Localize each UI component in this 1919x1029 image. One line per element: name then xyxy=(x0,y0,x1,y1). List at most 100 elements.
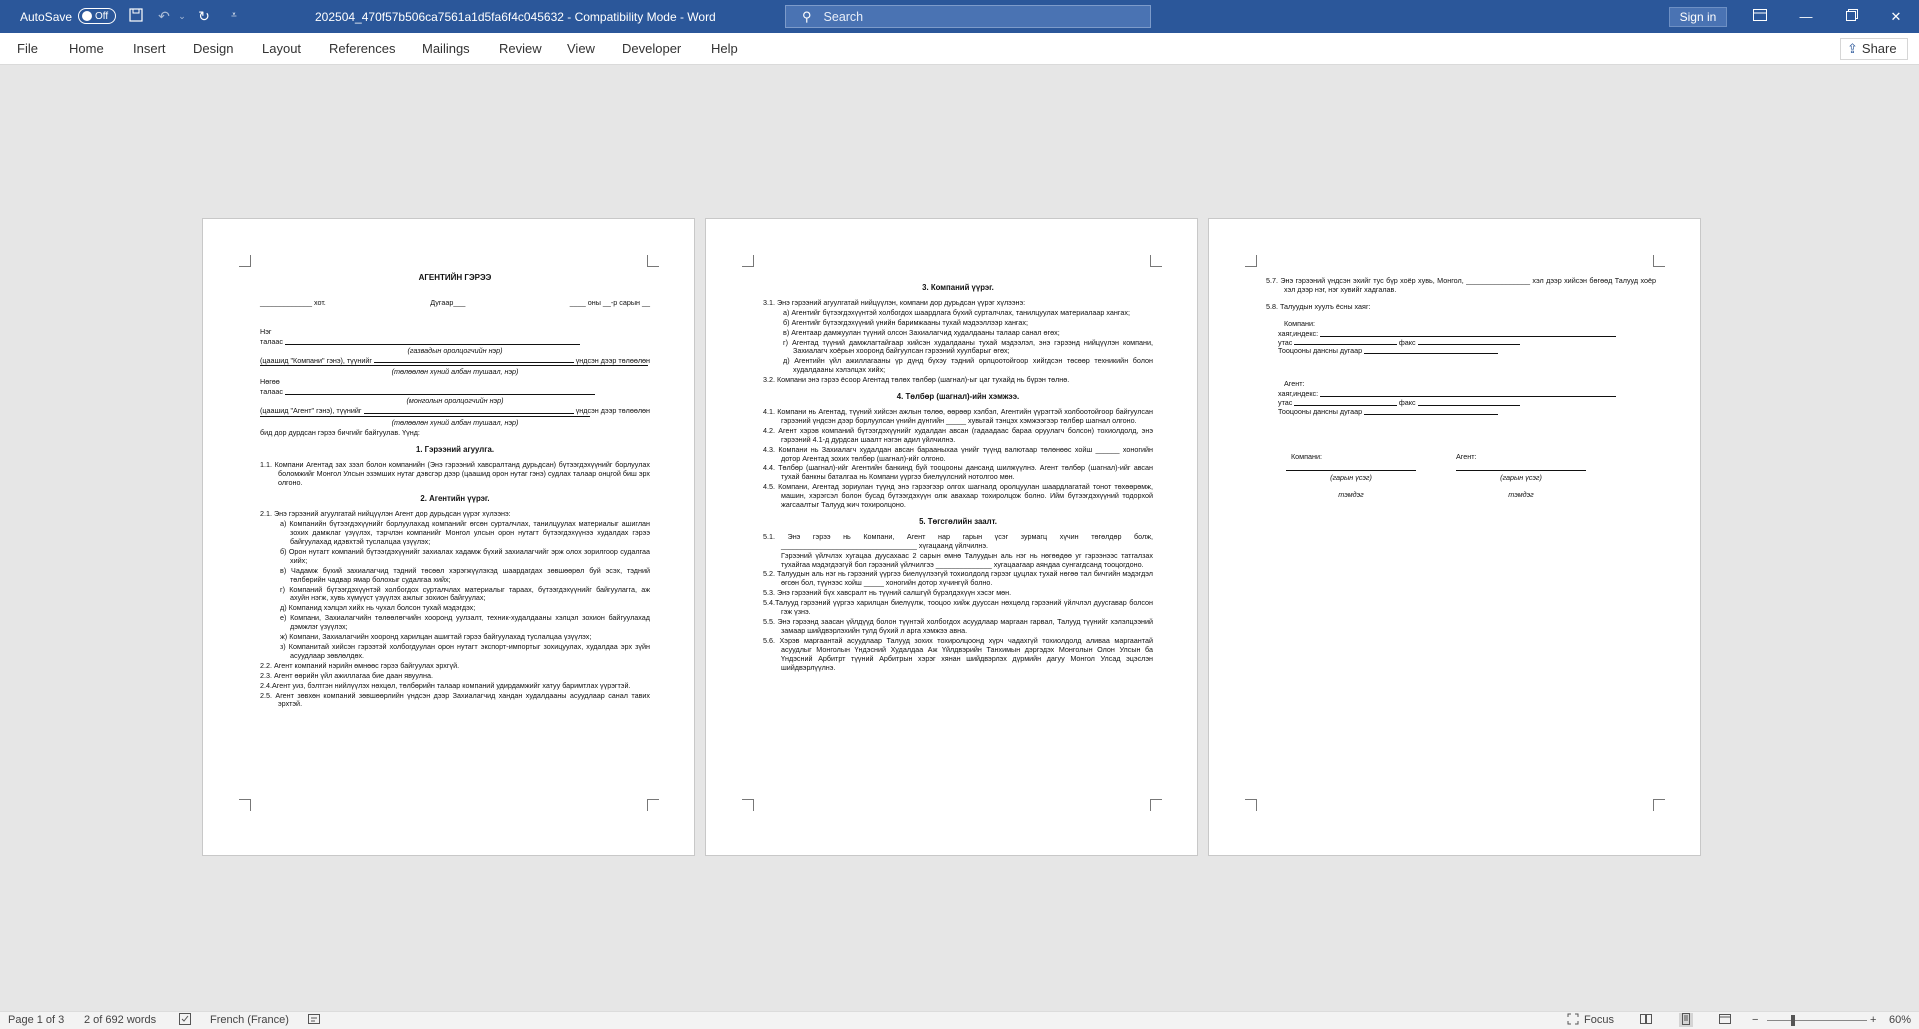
clause-5-1-b: Гэрээний үйлчлэх хугацаа дуусахаас 2 сар… xyxy=(781,550,1153,569)
clause-2-1-d: г) Компаний бүтээгдэхүүнтэй холбогдох су… xyxy=(280,584,650,603)
clause-2-5: 2.5. Агент зөвхөн компаний зөвшөөрлийн ү… xyxy=(260,690,650,709)
document-page-3[interactable]: 5.7. Энэ гэрээний үндсэн эхийг тус бүр х… xyxy=(1208,218,1701,856)
close-icon[interactable]: ✕ xyxy=(1873,0,1919,33)
crop-mark xyxy=(742,255,754,267)
crop-mark xyxy=(239,799,251,811)
crop-mark xyxy=(647,255,659,267)
tab-view[interactable]: View xyxy=(567,41,595,56)
crop-mark xyxy=(239,255,251,267)
crop-mark xyxy=(1245,255,1257,267)
clause-2-3: 2.3. Агент өөрийн үйл ажиллагаа бие даан… xyxy=(260,670,433,680)
clause-2-2: 2.2. Агент компаний нэрийн өмнөөс гэрээ … xyxy=(260,660,460,670)
customize-icon[interactable]: ⩡ xyxy=(226,8,242,24)
focus-label[interactable]: Focus xyxy=(1584,1014,1614,1026)
clause-3-1: 3.1. Энэ гэрээний агуулгатай нийцүүлэн, … xyxy=(763,297,1026,307)
ribbon-display-icon[interactable] xyxy=(1737,0,1783,33)
party1-b: талаас xyxy=(260,336,283,346)
share-label: Share xyxy=(1861,41,1897,56)
read-mode-icon[interactable] xyxy=(1639,1013,1653,1027)
tab-home[interactable]: Home xyxy=(69,41,104,56)
language[interactable]: French (France) xyxy=(210,1014,289,1026)
party2-desc-b: үндсэн дээр төлөөлөн xyxy=(575,406,650,416)
sig-agent-caption: (гарын үсэг) xyxy=(1500,472,1542,482)
party2-desc-a: (цаашид "Агент" гэнэ), түүнийг xyxy=(260,406,362,416)
tab-file[interactable]: File xyxy=(17,41,38,56)
search-icon: ⚲ xyxy=(802,8,812,24)
clause-3-2: 3.2. Компани энэ гэрээ ёсоор Агентад төл… xyxy=(763,375,1070,385)
clause-1-1: 1.1. Компани Агентад зах зээл болон комп… xyxy=(260,459,650,487)
crop-mark xyxy=(1653,255,1665,267)
tab-help[interactable]: Help xyxy=(711,41,738,56)
clause-5-1: 5.1. Энэ гэрээ нь Компани, Агент нар гар… xyxy=(763,531,1153,550)
document-page-2[interactable]: 3. Компаний үүрэг. 3.1. Энэ гэрээний агу… xyxy=(705,218,1198,856)
clause-2-1-g: ж) Компани, Захиалагчийн хооронд харилца… xyxy=(280,632,592,642)
place-line: _____________ хот. xyxy=(260,297,326,307)
zoom-slider-thumb[interactable] xyxy=(1791,1015,1795,1026)
clause-2-4: 2.4.Агент уиз, бэлтгэн нийлүүлэх нөхцөл,… xyxy=(260,680,631,690)
tab-references[interactable]: References xyxy=(329,41,395,56)
page-1-content: АГЕНТИЙН ГЭРЭЭ _____________ хот. Дугаар… xyxy=(260,273,650,710)
tab-review[interactable]: Review xyxy=(499,41,542,56)
zoom-slider-track[interactable] xyxy=(1767,1020,1867,1021)
word-count[interactable]: 2 of 692 words xyxy=(84,1014,156,1026)
company-account-label: Тооцооны дансны дугаар xyxy=(1278,346,1363,356)
tab-developer[interactable]: Developer xyxy=(622,41,681,56)
sig-agent-label: Агент: xyxy=(1456,451,1477,461)
accessibility-icon[interactable] xyxy=(307,1013,321,1027)
clause-2-1-h: з) Компанитай хийсэн гэрээтэй холбогдуул… xyxy=(280,642,650,660)
page-3-content: 5.7. Энэ гэрээний үндсэн эхийг тус бүр х… xyxy=(1266,276,1656,501)
clause-3-1-b: б) Агентийг бүтээгдэхүүний үнийн баримжа… xyxy=(783,317,1028,327)
restore-icon[interactable] xyxy=(1829,0,1875,33)
section-2-heading: 2. Агентийн үүрэг. xyxy=(420,494,490,504)
crop-mark xyxy=(1245,799,1257,811)
search-box[interactable]: ⚲ xyxy=(785,5,1151,28)
redo-icon[interactable]: ↻ xyxy=(196,8,212,24)
clause-2-1-f: е) Компани, Захиалагчийн төлөөлөгчийн хо… xyxy=(280,613,650,632)
date-line: ____ оны __-р сарын __ xyxy=(569,297,650,307)
agent-signature: Агент: (гарын үсэг) тэмдэг xyxy=(1456,451,1586,501)
sig-company-label: Компани: xyxy=(1291,451,1322,461)
party2-b: талаас xyxy=(260,387,283,397)
proofing-icon[interactable] xyxy=(178,1013,192,1027)
clause-4-4: 4.4. Төлбөр (шагнал)-ийг Агентийн банкин… xyxy=(763,463,1153,482)
section-3-heading: 3. Компаний үүрэг. xyxy=(922,283,994,292)
tab-mailings[interactable]: Mailings xyxy=(422,41,470,56)
clause-2-1-c: в) Чадамж бүхий захиалагчид тэдний төсөө… xyxy=(280,565,650,584)
page-count[interactable]: Page 1 of 3 xyxy=(8,1014,64,1026)
party1-desc-a: (цаашид "Компани" гэнэ), түүнийг xyxy=(260,355,372,365)
print-layout-icon[interactable] xyxy=(1679,1013,1693,1027)
crop-mark xyxy=(1150,799,1162,811)
clause-3-1-c: в) Агентаар дамжуулан түүний олсон Захиа… xyxy=(783,327,1060,337)
company-fax-label: факс xyxy=(1398,337,1416,347)
crop-mark xyxy=(1653,799,1665,811)
share-button[interactable]: ⇪ Share xyxy=(1840,38,1908,60)
focus-icon[interactable] xyxy=(1566,1013,1580,1027)
clause-4-1: 4.1. Компани нь Агентад, түүний хийсэн а… xyxy=(763,406,1153,425)
company-stamp-caption: тэмдэг xyxy=(1338,489,1364,499)
section-4-heading: 4. Төлбөр (шагнал)-ийн хэмжээ. xyxy=(896,392,1020,402)
clause-5-2: 5.2. Талуудын аль нэг нь гэрээний үүргээ… xyxy=(763,569,1153,588)
search-input[interactable] xyxy=(823,9,1124,24)
minimize-icon[interactable]: — xyxy=(1783,0,1829,33)
undo-dropdown-icon[interactable]: ⌄ xyxy=(174,8,190,24)
zoom-in-button[interactable]: + xyxy=(1870,1014,1876,1026)
sign-in-button[interactable]: Sign in xyxy=(1669,7,1727,27)
autosave-toggle[interactable]: Off xyxy=(78,8,116,24)
section-1-heading: 1. Гэрээний агуулга. xyxy=(416,444,494,454)
tab-layout[interactable]: Layout xyxy=(262,41,301,56)
crop-mark xyxy=(647,799,659,811)
web-layout-icon[interactable] xyxy=(1718,1013,1732,1027)
document-page-1[interactable]: АГЕНТИЙН ГЭРЭЭ _____________ хот. Дугаар… xyxy=(202,218,695,856)
tab-design[interactable]: Design xyxy=(193,41,233,56)
tab-insert[interactable]: Insert xyxy=(133,41,166,56)
clause-5-5: 5.5. Энэ гэрээнд заасан үйлдүүд болон тү… xyxy=(763,617,1153,635)
zoom-level[interactable]: 60% xyxy=(1889,1014,1911,1026)
document-title: 202504_470f57b506ca7561a1d5fa6f4c045632 … xyxy=(315,9,716,24)
clause-3-1-e: д) Агентийн үйл ажиллагааны үр дүнд бүхэ… xyxy=(783,356,1153,375)
party1-desc-b: үндсэн дээр төлөөлөн xyxy=(575,355,650,365)
save-icon[interactable] xyxy=(128,8,144,24)
clause-4-5: 4.5. Компани, Агентад зориулан түүнд энэ… xyxy=(763,482,1153,510)
crop-mark xyxy=(1150,255,1162,267)
undo-icon[interactable]: ↶ xyxy=(156,8,172,24)
zoom-out-button[interactable]: − xyxy=(1752,1014,1758,1026)
